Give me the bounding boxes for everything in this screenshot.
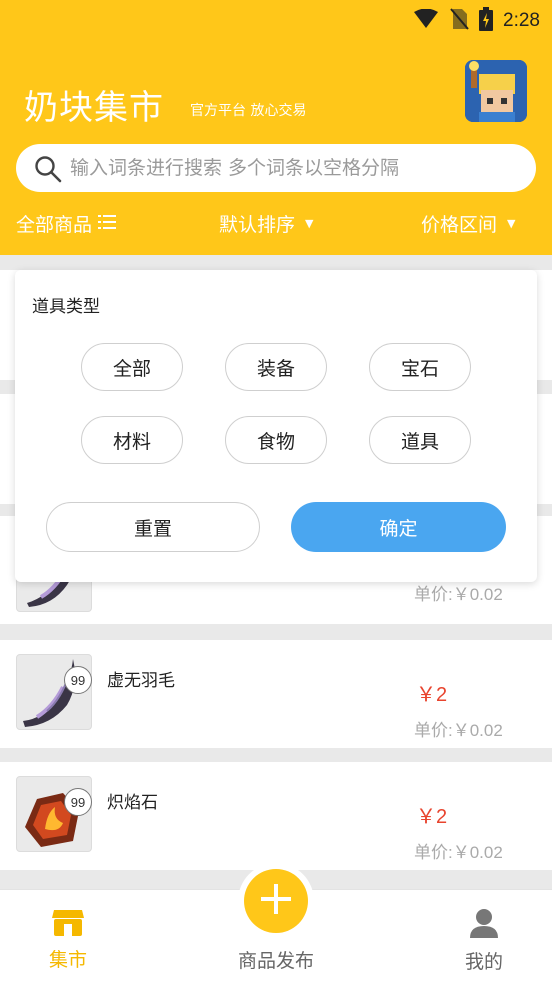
item-price: ￥2	[416, 684, 448, 706]
item-unit-price: 单价:￥0.02	[414, 585, 503, 604]
filter-price[interactable]: 价格区间 ▼	[421, 210, 515, 237]
quantity-badge: 99	[64, 666, 92, 694]
search-icon	[34, 155, 62, 187]
reset-button[interactable]: 重置	[46, 502, 260, 552]
status-time: 2:28	[503, 10, 540, 31]
app-title: 奶块集市	[24, 88, 164, 128]
no-sim-icon	[449, 7, 469, 35]
search-box[interactable]	[16, 144, 536, 192]
wifi-icon	[413, 8, 439, 33]
item-price: ￥2	[416, 806, 448, 828]
nav-market-label: 集市	[48, 949, 87, 971]
caret-down-icon: ▼	[305, 217, 314, 230]
filter-all-label: 全部商品	[16, 214, 93, 236]
chip-item[interactable]: 道具	[369, 416, 471, 464]
list-item[interactable]: 99 虚无羽毛 ￥2 单价:￥0.02	[0, 640, 552, 748]
list-menu-icon	[98, 213, 117, 235]
item-unit-price: 单价:￥0.02	[414, 721, 503, 740]
caret-down-icon: ▼	[507, 217, 516, 230]
nav-publish[interactable]: 商品发布	[216, 942, 336, 973]
battery-icon	[479, 7, 494, 35]
popup-title: 道具类型	[32, 297, 100, 317]
plus-icon	[259, 882, 293, 920]
chip-equipment[interactable]: 装备	[225, 343, 327, 391]
filter-sort-label: 默认排序	[219, 214, 296, 236]
publish-fab-button[interactable]	[244, 869, 308, 933]
status-bar: 2:28	[0, 0, 552, 40]
item-name: 炽焰石	[107, 793, 158, 813]
status-icons: 2:28	[413, 7, 540, 35]
confirm-button[interactable]: 确定	[291, 502, 506, 552]
chip-food[interactable]: 食物	[225, 416, 327, 464]
nav-mine-label: 我的	[464, 951, 503, 973]
item-type-filter-popup: 道具类型 全部 装备 宝石 材料 食物 道具 重置 确定	[15, 270, 537, 582]
filter-all-goods[interactable]: 全部商品	[16, 210, 117, 237]
user-icon	[469, 909, 499, 943]
search-input[interactable]	[70, 144, 520, 192]
avatar[interactable]	[465, 60, 527, 122]
chip-all[interactable]: 全部	[81, 343, 183, 391]
chip-gem[interactable]: 宝石	[369, 343, 471, 391]
app-subtitle: 官方平台 放心交易	[190, 103, 307, 119]
nav-publish-label: 商品发布	[237, 950, 314, 972]
filter-bar: 全部商品 默认排序 ▼ 价格区间 ▼	[0, 204, 552, 244]
chip-material[interactable]: 材料	[81, 416, 183, 464]
filter-price-label: 价格区间	[421, 214, 498, 236]
nav-market[interactable]: 集市	[8, 908, 128, 972]
list-item[interactable]: 99 炽焰石 ￥2 单价:￥0.02	[0, 762, 552, 870]
shop-icon	[52, 910, 84, 941]
item-unit-price: 单价:￥0.02	[414, 843, 503, 862]
nav-mine[interactable]: 我的	[424, 908, 544, 974]
quantity-badge: 99	[64, 788, 92, 816]
header: 奶块集市 官方平台 放心交易 全部商品 默认排序 ▼	[0, 40, 552, 255]
filter-sort[interactable]: 默认排序 ▼	[219, 210, 313, 237]
item-name: 虚无羽毛	[107, 671, 175, 691]
